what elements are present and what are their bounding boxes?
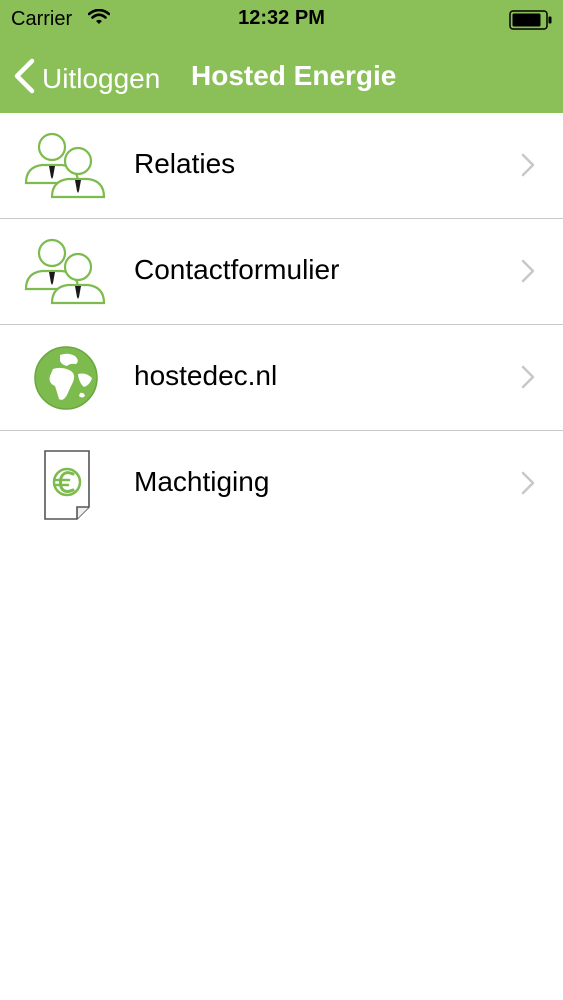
menu-item-label: hostedec.nl — [134, 360, 278, 391]
menu-item-hostedec[interactable]: hostedec.nl — [0, 325, 563, 431]
people-icon — [20, 129, 112, 203]
battery-icon — [509, 10, 553, 35]
menu-item-contactformulier[interactable]: Contactformulier — [0, 219, 563, 325]
chevron-right-icon — [521, 471, 535, 500]
menu-item-label: Relaties — [134, 148, 236, 179]
menu-list: Relaties Contactformulier hostedec.nl Ma… — [0, 113, 563, 536]
menu-item-label: Contactformulier — [134, 254, 340, 285]
globe-icon — [20, 341, 112, 415]
top-bar: Carrier 12:32 PM Uitloggen Hosted Energi… — [0, 0, 563, 113]
menu-item-label: Machtiging — [134, 466, 270, 497]
people-icon — [20, 235, 112, 309]
chevron-right-icon — [521, 365, 535, 394]
back-button-label: Uitloggen — [42, 62, 161, 94]
status-bar: Carrier 12:32 PM — [0, 0, 563, 40]
back-button[interactable]: Uitloggen — [12, 56, 160, 101]
menu-item-machtiging[interactable]: Machtiging — [0, 431, 563, 536]
euro-document-icon — [20, 447, 112, 521]
chevron-right-icon — [521, 259, 535, 288]
page-title: Hosted Energie — [191, 60, 397, 91]
clock: 12:32 PM — [238, 7, 325, 29]
menu-item-relaties[interactable]: Relaties — [0, 113, 563, 219]
navigation-bar: Uitloggen Hosted Energie — [0, 48, 563, 108]
chevron-right-icon — [521, 153, 535, 182]
chevron-left-icon — [12, 56, 36, 101]
